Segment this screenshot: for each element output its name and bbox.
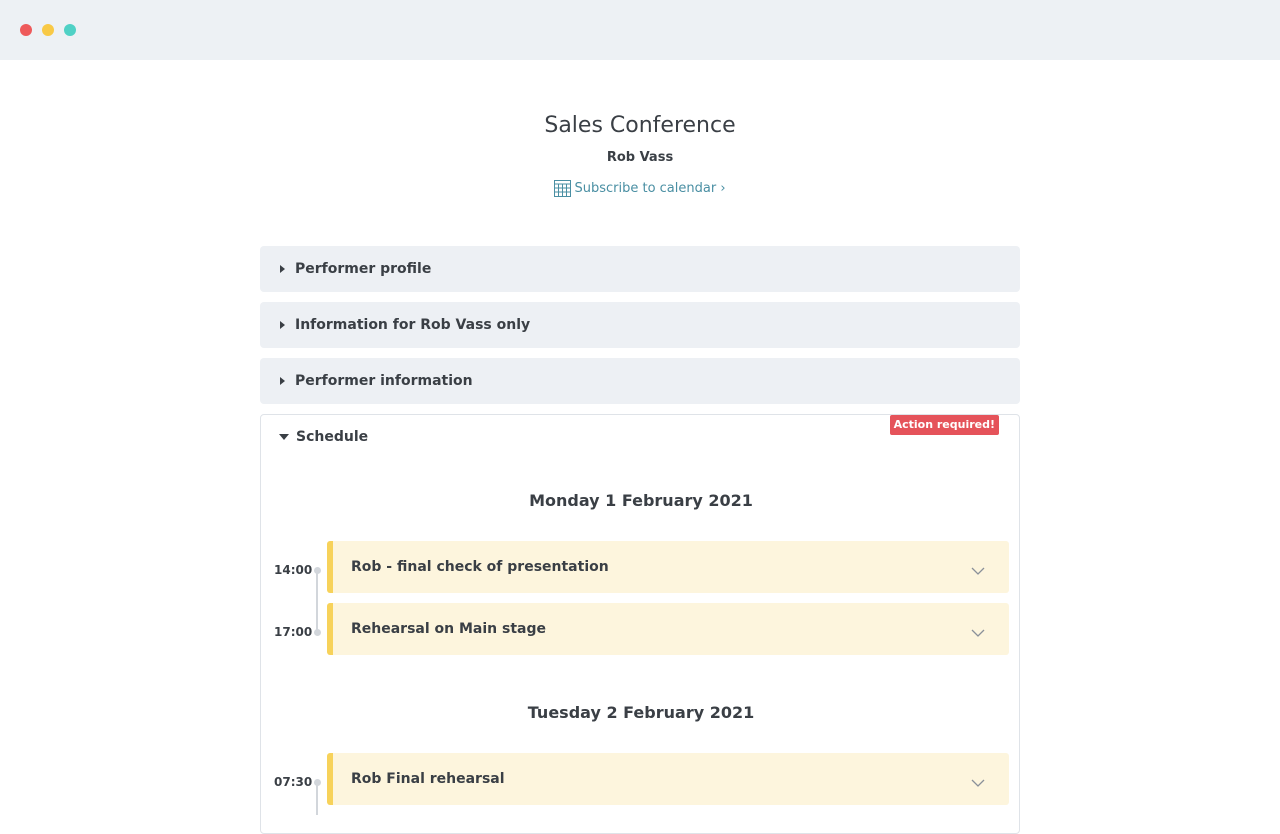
page-title: Sales Conference <box>544 113 736 138</box>
calendar-icon <box>554 180 572 197</box>
maximize-window-button[interactable] <box>64 24 76 36</box>
section-information-for-rob-vass[interactable]: Information for Rob Vass only <box>260 302 1020 348</box>
page-header: Sales Conference Rob Vass Subscribe to c… <box>0 112 1280 201</box>
schedule-toggle[interactable]: Schedule <box>279 429 368 445</box>
event-time: 14:00 <box>274 563 313 577</box>
event-title: Rob - final check of presentation <box>351 559 609 575</box>
timeline-connector <box>316 785 318 815</box>
section-label: Information for Rob Vass only <box>295 317 531 333</box>
section-performer-information[interactable]: Performer information <box>260 358 1020 404</box>
subscribe-calendar-label: Subscribe to calendar › <box>574 180 726 196</box>
chevron-down-icon[interactable] <box>971 560 985 579</box>
section-performer-profile[interactable]: Performer profile <box>260 246 1020 292</box>
event-title: Rob Final rehearsal <box>351 771 505 787</box>
event-card[interactable]: Rob - final check of presentation <box>327 541 1009 593</box>
event-time: 17:00 <box>274 625 313 639</box>
close-window-button[interactable] <box>20 24 32 36</box>
chevron-down-icon[interactable] <box>971 622 985 641</box>
schedule-label: Schedule <box>296 429 369 445</box>
timeline-connector <box>316 571 318 633</box>
event-title: Rehearsal on Main stage <box>351 621 547 637</box>
minimize-window-button[interactable] <box>42 24 54 36</box>
event-card[interactable]: Rehearsal on Main stage <box>327 603 1009 655</box>
chevron-down-icon[interactable] <box>971 772 985 791</box>
caret-right-icon <box>280 377 285 385</box>
schedule-section: Schedule Action required! Monday 1 Febru… <box>260 414 1020 834</box>
timeline-dot <box>314 567 321 574</box>
caret-right-icon <box>280 321 285 329</box>
timeline-dot <box>314 629 321 636</box>
performer-name: Rob Vass <box>606 150 674 165</box>
section-label: Performer information <box>295 373 473 389</box>
action-required-badge: Action required! <box>889 415 999 435</box>
event-time: 07:30 <box>274 775 313 789</box>
caret-down-icon <box>279 434 289 440</box>
event-card[interactable]: Rob Final rehearsal <box>327 753 1009 805</box>
window-titlebar <box>0 0 1280 60</box>
caret-right-icon <box>280 265 285 273</box>
day-heading: Tuesday 2 February 2021 <box>527 703 755 722</box>
timeline-dot <box>314 779 321 786</box>
subscribe-calendar-link[interactable]: Subscribe to calendar › <box>554 180 726 197</box>
section-label: Performer profile <box>295 261 432 277</box>
day-heading: Monday 1 February 2021 <box>529 491 753 510</box>
